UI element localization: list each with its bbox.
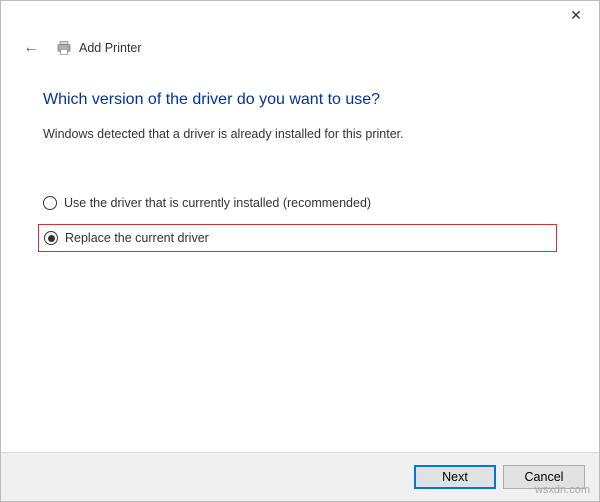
radio-label: Replace the current driver xyxy=(65,231,209,245)
back-button[interactable]: ← xyxy=(19,37,43,59)
next-button[interactable]: Next xyxy=(414,465,496,489)
dialog-footer: Next Cancel xyxy=(1,452,599,501)
radio-icon xyxy=(44,231,58,245)
titlebar: ✕ xyxy=(1,1,599,33)
driver-option-group: Use the driver that is currently install… xyxy=(43,196,557,252)
highlighted-option: Replace the current driver xyxy=(38,224,557,252)
content-area: Which version of the driver do you want … xyxy=(1,63,599,452)
watermark-text: wsxdn.com xyxy=(535,484,590,496)
wizard-title: Add Printer xyxy=(79,41,142,55)
radio-replace-driver[interactable]: Replace the current driver xyxy=(44,231,209,245)
close-icon: ✕ xyxy=(570,7,582,24)
radio-selected-dot xyxy=(48,235,55,242)
close-button[interactable]: ✕ xyxy=(553,1,599,29)
radio-use-current[interactable]: Use the driver that is currently install… xyxy=(43,196,557,210)
wizard-header: ← Add Printer xyxy=(1,33,599,63)
printer-icon xyxy=(55,40,73,56)
page-heading: Which version of the driver do you want … xyxy=(43,91,557,109)
radio-icon xyxy=(43,196,57,210)
dialog-window: ✕ ← Add Printer Which version of the dri… xyxy=(0,0,600,502)
page-subtext: Windows detected that a driver is alread… xyxy=(43,127,557,141)
radio-label: Use the driver that is currently install… xyxy=(64,196,371,210)
